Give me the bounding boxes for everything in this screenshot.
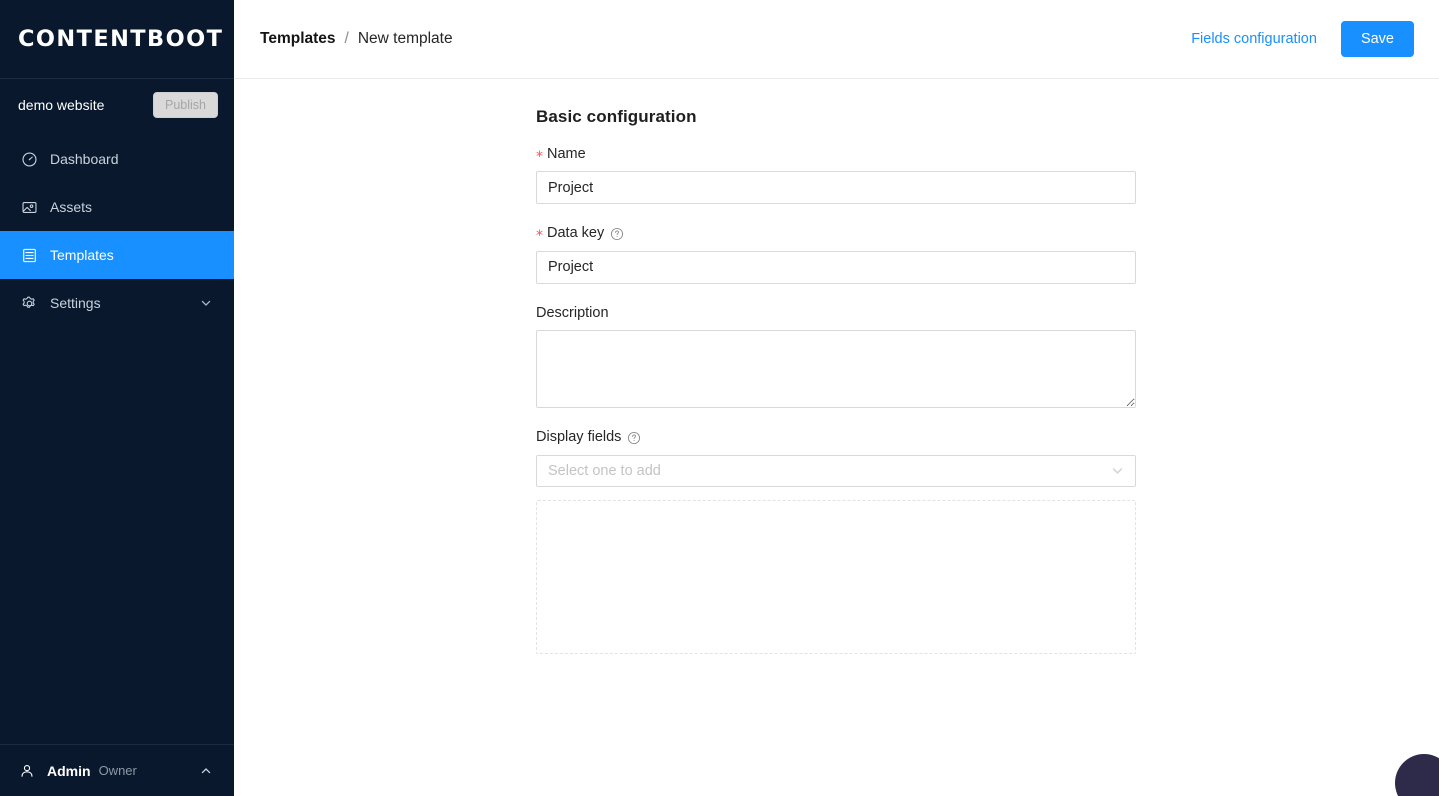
field-label-text: Description [536, 304, 609, 321]
sidebar-item-label: Settings [50, 295, 101, 311]
sidebar-item-settings[interactable]: Settings [0, 279, 234, 327]
field-label-text: Display fields [536, 429, 622, 446]
required-asterisk: * [536, 148, 543, 165]
chevron-down-icon [1111, 464, 1124, 477]
assets-image-icon [20, 198, 38, 216]
breadcrumb-current-page: New template [357, 30, 453, 47]
save-button[interactable]: Save [1340, 20, 1414, 58]
display-fields-select-placeholder: Select one to add [548, 462, 661, 479]
display-fields-dropzone[interactable] [536, 499, 1136, 654]
user-role-label: Owner [98, 763, 137, 778]
section-title: Basic configuration [536, 107, 697, 126]
dashboard-icon [20, 150, 38, 168]
display-fields-select[interactable]: Select one to add [536, 454, 1136, 487]
required-asterisk: * [536, 228, 543, 245]
field-name-label: * Name [536, 146, 1136, 165]
user-account-row[interactable]: Admin Owner [0, 744, 234, 796]
chevron-down-icon [200, 297, 212, 309]
sidebar-item-assets[interactable]: Assets [0, 183, 234, 231]
content-scroll-area: Basic configuration * Name * Data key [234, 79, 1439, 796]
field-description-label: Description [536, 305, 1136, 322]
topbar-actions: Fields configuration Save [1191, 20, 1414, 58]
basic-configuration-form: Basic configuration * Name * Data key [536, 79, 1136, 654]
description-textarea[interactable] [536, 330, 1136, 409]
field-label-text: Data key [547, 225, 605, 242]
field-data-key: * Data key [536, 225, 1136, 284]
help-question-icon[interactable] [627, 431, 641, 445]
site-selector-row: demo website Publish [0, 79, 234, 131]
breadcrumb: Templates / New template [260, 30, 453, 48]
name-input[interactable] [536, 171, 1136, 205]
breadcrumb-templates-link[interactable]: Templates [260, 30, 336, 48]
publish-button[interactable]: Publish [153, 91, 218, 119]
field-description: Description [536, 305, 1136, 409]
main-area: Templates / New template Fields configur… [234, 0, 1439, 796]
field-label-text: Name [547, 146, 586, 162]
top-bar: Templates / New template Fields configur… [234, 0, 1439, 79]
chevron-up-icon[interactable] [200, 765, 212, 777]
sidebar-item-dashboard[interactable]: Dashboard [0, 135, 234, 183]
help-question-icon[interactable] [610, 227, 624, 241]
field-data-key-label: * Data key [536, 225, 1136, 245]
app-root: CONTENTBOOT demo website Publish Dashboa… [0, 0, 1439, 796]
sidebar-item-label: Templates [50, 247, 114, 263]
brand-logo[interactable]: CONTENTBOOT [0, 0, 234, 79]
sidebar: CONTENTBOOT demo website Publish Dashboa… [0, 0, 234, 796]
user-name-label: Admin [47, 762, 91, 779]
field-display-fields-label: Display fields [536, 429, 1136, 446]
data-key-input[interactable] [536, 250, 1136, 284]
breadcrumb-separator: / [344, 30, 349, 47]
site-name-label: demo website [18, 97, 105, 113]
sidebar-nav: Dashboard Assets Templates Settings [0, 135, 234, 327]
templates-book-icon [20, 246, 38, 264]
avatar-person-icon [18, 762, 36, 780]
sidebar-item-label: Dashboard [50, 151, 119, 167]
sidebar-item-label: Assets [50, 199, 93, 215]
field-display-fields: Display fields Select one to add [536, 429, 1136, 654]
brand-logo-text: CONTENTBOOT [18, 26, 224, 52]
gear-icon [20, 294, 38, 312]
fields-configuration-link[interactable]: Fields configuration [1191, 31, 1317, 47]
sidebar-item-templates[interactable]: Templates [0, 231, 234, 279]
field-name: * Name [536, 146, 1136, 205]
